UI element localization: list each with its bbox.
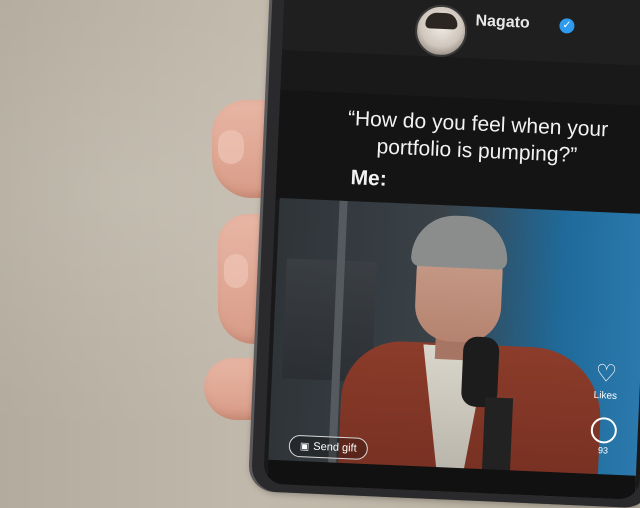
send-gift-label: Send gift bbox=[313, 440, 357, 455]
post-header: Nagato ✓ bbox=[282, 0, 640, 67]
comment-count: 93 bbox=[597, 445, 609, 456]
video-player[interactable]: ♡ Likes 93 ▣ Send gift bbox=[267, 198, 640, 500]
likes-label: Likes bbox=[593, 389, 618, 402]
username[interactable]: Nagato bbox=[475, 12, 530, 32]
heart-icon[interactable]: ♡ bbox=[593, 360, 620, 388]
gift-icon: ▣ bbox=[299, 441, 310, 453]
comment-icon[interactable] bbox=[590, 416, 618, 444]
avatar[interactable] bbox=[413, 3, 469, 58]
caption-me: Me: bbox=[350, 166, 388, 191]
side-actions: ♡ Likes 93 bbox=[583, 360, 627, 457]
send-gift-button[interactable]: ▣ Send gift bbox=[288, 434, 369, 461]
verified-badge-icon: ✓ bbox=[559, 18, 575, 34]
person-hair bbox=[410, 213, 510, 270]
phone-screen: Nagato ✓ “How do you feel when your port… bbox=[263, 0, 640, 500]
phone: Nagato ✓ “How do you feel when your port… bbox=[250, 0, 640, 508]
